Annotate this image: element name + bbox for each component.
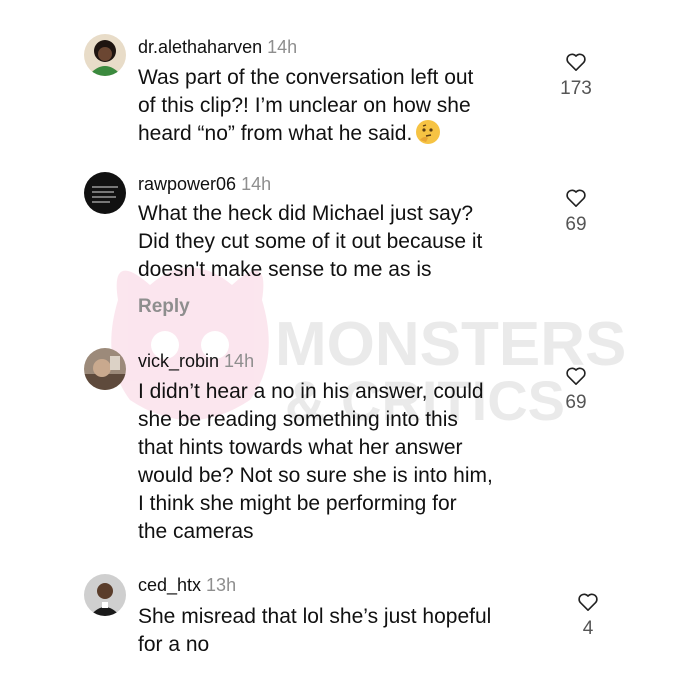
comment-line: She misread that lol she’s just hopeful [138,605,492,628]
comment-line: she be reading something into this [138,408,458,431]
like-count: 69 [565,392,587,413]
avatar[interactable] [84,34,126,76]
comment-line: the cameras [138,520,254,543]
comment-line: I think she might be performing for [138,492,457,515]
timestamp: 14h [241,174,272,194]
avatar[interactable] [84,172,126,214]
comment-line: doesn't make sense to me as is [138,258,432,281]
comment-line: heard “no” from what he said. [138,120,558,148]
comment-line: Was part of the conversation left out [138,66,474,89]
like-count: 69 [565,214,587,235]
timestamp: 14h [267,37,298,57]
heart-outline-icon[interactable] [565,188,587,208]
username[interactable]: dr.alethaharven [138,37,262,57]
username[interactable]: rawpower06 [138,174,236,194]
comment-header: ced_htx 13h [138,574,236,596]
comment-line: I didn’t hear a no in his answer, could [138,380,484,403]
comment-header: vick_robin 14h [138,350,254,372]
comment-line: for a no [138,633,210,656]
like-count: 173 [560,78,592,99]
comment-text: What the heck did Michael just say? Did … [138,200,558,284]
like-count: 4 [582,618,594,639]
comment-text: Was part of the conversation left out of… [138,64,558,148]
thinking-face-icon [416,120,441,144]
comment-line: that hints towards what her answer [138,436,463,459]
like-button[interactable]: 4 [558,592,618,640]
heart-outline-icon[interactable] [565,366,587,386]
timestamp: 13h [206,575,237,595]
timestamp: 14h [224,351,255,371]
comment-header: dr.alethaharven 14h [138,36,297,58]
username[interactable]: vick_robin [138,351,219,371]
username[interactable]: ced_htx [138,575,201,595]
heart-outline-icon[interactable] [577,592,599,612]
comment-text: She misread that lol she’s just hopeful … [138,603,558,659]
comment-text: I didn’t hear a no in his answer, could … [138,378,558,546]
like-button[interactable]: 69 [546,366,606,414]
comment-line: would be? Not so sure she is into him, [138,464,493,487]
comment-line: of this clip?! I’m unclear on how she [138,94,471,117]
avatar[interactable] [84,348,126,390]
comment-line: Did they cut some of it out because it [138,230,483,253]
like-button[interactable]: 173 [546,52,606,100]
heart-outline-icon[interactable] [565,52,587,72]
avatar[interactable] [84,574,126,616]
comment-header: rawpower06 14h [138,173,271,195]
like-button[interactable]: 69 [546,188,606,236]
comment-line: What the heck did Michael just say? [138,202,473,225]
reply-button[interactable]: Reply [138,296,190,318]
